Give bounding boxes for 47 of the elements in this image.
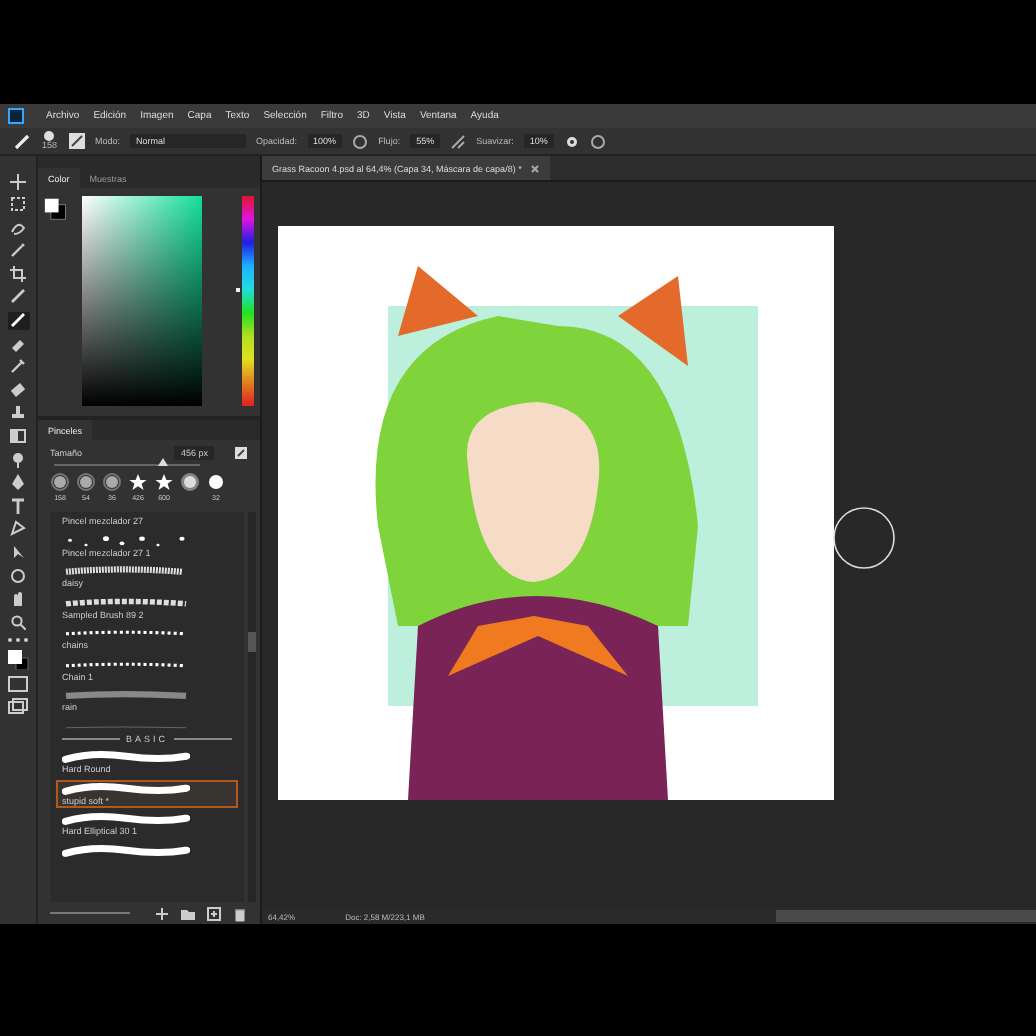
settings-icon[interactable] [563,133,580,149]
zoom-tool-icon[interactable] [7,612,29,631]
brush-stroke-icon [62,595,190,609]
ellipse-tool-icon[interactable] [7,566,29,585]
brush-stroke-icon [62,812,190,826]
move-tool-icon[interactable] [7,172,29,190]
brush-tip-icon[interactable] [42,130,57,143]
color-field[interactable] [82,196,203,406]
scrollbar-thumb[interactable] [248,632,256,652]
type-tool-icon[interactable] [7,496,29,515]
pressure-size-icon[interactable] [589,133,606,149]
new-preset-icon[interactable] [206,905,222,921]
brush-settings-icon[interactable] [234,446,248,460]
crop-tool-icon[interactable] [7,264,29,283]
app-logo-icon [8,108,24,124]
blur-tool-icon[interactable] [7,450,29,469]
brush-panel-toggle-icon[interactable] [67,132,86,150]
stamp-tool-icon[interactable] [7,403,29,422]
hue-slider-thumb[interactable] [236,288,241,293]
brush-stroke-icon [62,533,190,547]
eraser-tool-icon[interactable] [7,334,29,353]
more-tools-icon[interactable] [6,635,30,644]
airbrush-icon[interactable] [450,133,467,149]
brush-tool-icon[interactable] [12,132,32,150]
close-icon[interactable] [529,163,540,173]
horizontal-scrollbar[interactable] [776,910,1036,922]
brush-stroke-icon [62,843,190,857]
brush-tip-icon[interactable] [154,472,174,492]
brush-stroke-icon [62,781,190,795]
brush-tool-icon[interactable] [7,311,29,330]
delete-icon[interactable] [232,905,248,921]
brush-tip-icon[interactable] [128,472,148,492]
magic-wand-tool-icon[interactable] [7,241,29,260]
screen-mode-icon[interactable] [8,697,28,714]
new-brush-icon[interactable] [154,905,170,921]
quick-mask-icon[interactable] [8,676,28,693]
marquee-tool-icon[interactable] [7,195,29,214]
brush-stroke-icon [62,688,190,702]
gradient-tool-icon[interactable] [7,427,29,446]
foreground-background-icon[interactable] [44,196,67,222]
hue-slider[interactable] [242,196,254,406]
color-swatches-icon[interactable] [6,648,30,671]
brush-cursor-icon [832,506,896,570]
brush-stroke-icon [62,750,190,764]
lasso-tool-icon[interactable] [7,218,29,237]
pressure-icon[interactable] [352,133,369,149]
pen-tool-icon[interactable] [7,519,29,538]
